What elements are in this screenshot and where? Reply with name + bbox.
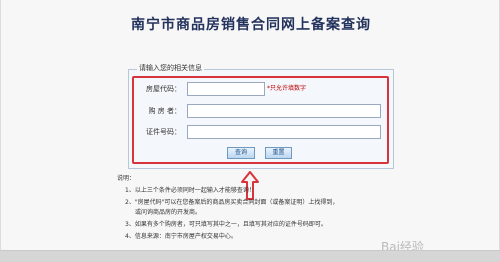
hint-text: *只允许填数字 — [267, 85, 307, 92]
note-item-3: 3、如果有多个购房者，可只填写其中之一，且填写其对应的证件号码即可。 — [125, 221, 327, 228]
page-title: 南宁市商品房销售合同网上备案查询 — [131, 17, 371, 33]
reset-button[interactable]: 重置 — [265, 147, 292, 159]
field-label-id-number: 证件号码： — [146, 128, 181, 136]
buyer-input[interactable] — [187, 104, 381, 118]
house-code-input[interactable] — [187, 82, 265, 96]
main-frame: 南宁市商品房销售合同网上备案查询 请输入您的相关信息 房屋代码： *只允许填数字… — [0, 0, 500, 254]
note-item-4: 4、信息来源：南宁市房屋产权交易中心。 — [125, 233, 237, 240]
notes-title: 说明： — [117, 175, 136, 182]
field-label-buyer: 购 房 者： — [148, 107, 181, 115]
note-item-2-cont: 或问询商品房的开发商。 — [135, 209, 202, 216]
bottom-bar — [0, 250, 500, 262]
query-button[interactable]: 查询 — [227, 147, 255, 159]
form-legend: 请输入您的相关信息 — [137, 63, 204, 73]
note-item-1: 1、以上三个条件必须同时一起输入才能够查询！ — [125, 187, 255, 194]
field-label-house-code: 房屋代码： — [146, 85, 181, 93]
page: 南宁市商品房销售合同网上备案查询 请输入您的相关信息 房屋代码： *只允许填数字… — [0, 0, 500, 262]
id-number-input[interactable] — [187, 125, 381, 139]
